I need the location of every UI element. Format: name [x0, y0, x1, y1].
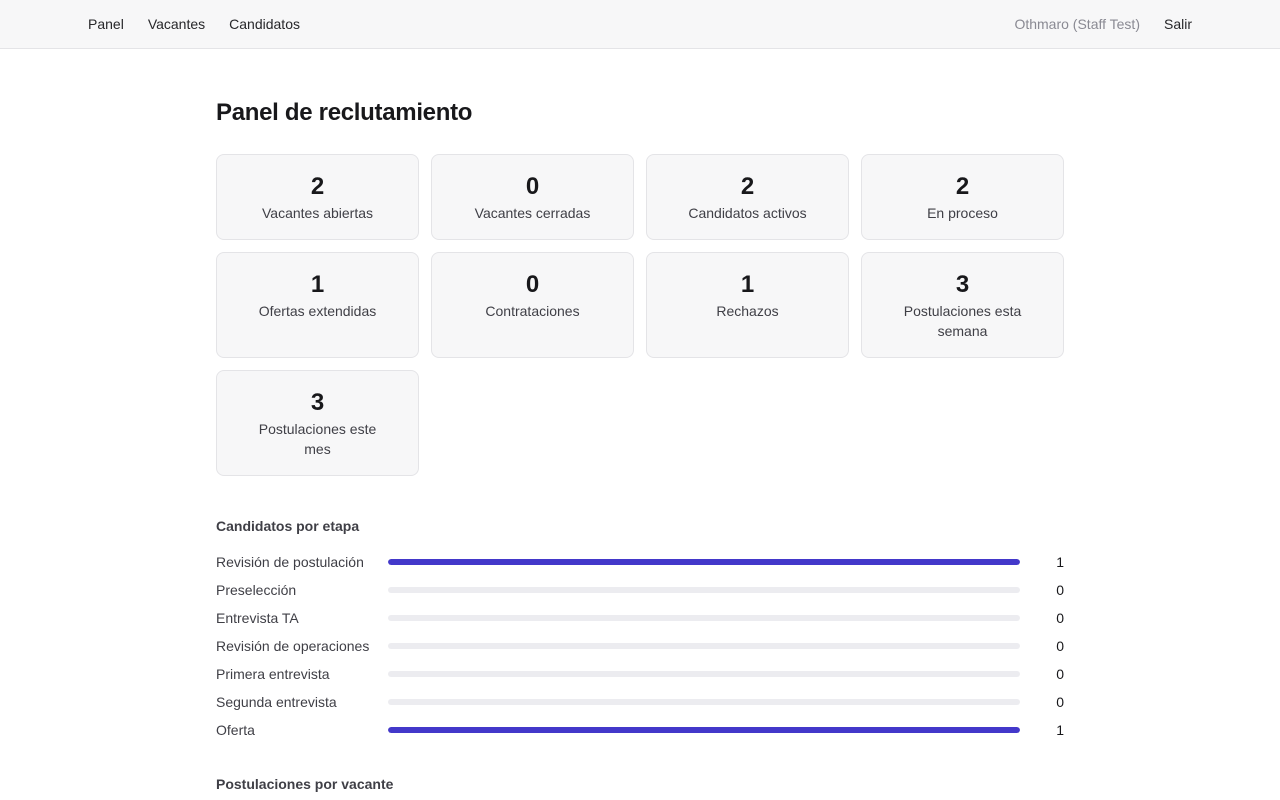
stats-grid: 2 Vacantes abiertas 0 Vacantes cerradas … [216, 154, 1064, 476]
stat-label: En proceso [927, 205, 998, 221]
stat-card-vacantes-cerradas: 0 Vacantes cerradas [431, 154, 634, 240]
stage-bar-track [388, 559, 1020, 565]
stat-value: 2 [740, 173, 755, 200]
stages-bar-list: Revisión de postulación 1 Preselección 0 Ent… [216, 548, 1064, 744]
stage-bar-row: Entrevista TA 0 [216, 604, 1064, 632]
stage-bar-count: 0 [1056, 694, 1064, 710]
stat-label: Ofertas extendidas [258, 303, 377, 319]
stage-bar-row: Primera entrevista 0 [216, 660, 1064, 688]
stage-bar-label: Segunda entrevista [216, 694, 337, 710]
stat-card-postulaciones-mes: 3 Postulaciones este mes [216, 370, 419, 476]
stat-card-ofertas-extendidas: 1 Ofertas extendidas [216, 252, 419, 358]
nav-link-vacantes[interactable]: Vacantes [148, 16, 205, 32]
stage-bar-row: Oferta 1 [216, 716, 1064, 744]
stat-label: Vacantes cerradas [474, 205, 591, 221]
stage-bar-row: Revisión de postulación 1 [216, 548, 1064, 576]
nav-link-panel[interactable]: Panel [88, 16, 124, 32]
stage-bar-label: Entrevista TA [216, 610, 299, 626]
stage-bar-fill [388, 727, 1020, 733]
stat-card-contrataciones: 0 Contrataciones [431, 252, 634, 358]
stage-bar-label: Oferta [216, 722, 255, 738]
stage-bar-track [388, 615, 1020, 621]
stage-bar-count: 0 [1056, 610, 1064, 626]
page-title: Panel de reclutamiento [216, 99, 473, 126]
stage-bar-track [388, 587, 1020, 593]
stat-card-vacantes-abiertas: 2 Vacantes abiertas [216, 154, 419, 240]
stage-bar-count: 1 [1056, 554, 1064, 570]
vacancies-section: Postulaciones por vacante Recruiter Bili… [216, 776, 1064, 800]
top-navigation: Panel Vacantes Candidatos Othmaro (Staff… [0, 0, 1280, 49]
stat-value: 3 [955, 271, 970, 298]
stage-bar-label: Revisión de operaciones [216, 638, 370, 654]
stage-bar-fill [388, 559, 1020, 565]
stat-value: 0 [525, 173, 540, 200]
stage-bar-label: Revisión de postulación [216, 554, 364, 570]
stat-value: 1 [740, 271, 755, 298]
stat-label: Postulaciones este mes [258, 421, 377, 457]
stage-bar-count: 0 [1056, 638, 1064, 654]
stage-bar-track [388, 671, 1020, 677]
stat-value: 2 [955, 173, 970, 200]
stage-bar-label: Primera entrevista [216, 666, 330, 682]
stat-card-postulaciones-semana: 3 Postulaciones esta semana [861, 252, 1064, 358]
nav-links: Panel Vacantes Candidatos [88, 16, 300, 32]
stat-card-en-proceso: 2 En proceso [861, 154, 1064, 240]
stage-bar-track [388, 643, 1020, 649]
nav-link-candidatos[interactable]: Candidatos [229, 16, 300, 32]
main-content: Panel de reclutamiento 2 Vacantes abiert… [216, 49, 1064, 800]
vacancies-section-title: Postulaciones por vacante [216, 776, 394, 792]
stat-value: 3 [310, 389, 325, 416]
stage-bar-row: Preselección 0 [216, 576, 1064, 604]
stages-section: Candidatos por etapa Revisión de postula… [216, 518, 1064, 744]
stage-bar-track [388, 727, 1020, 733]
stage-bar-label: Preselección [216, 582, 297, 598]
stage-bar-count: 0 [1056, 582, 1064, 598]
stage-bar-row: Revisión de operaciones 0 [216, 632, 1064, 660]
stat-label: Vacantes abiertas [261, 205, 374, 221]
stage-bar-track [388, 699, 1020, 705]
stage-bar-row: Segunda entrevista 0 [216, 688, 1064, 716]
stat-value: 2 [310, 173, 325, 200]
stat-value: 1 [310, 271, 325, 298]
current-user-name: Othmaro (Staff Test) [1014, 16, 1140, 32]
stat-label: Candidatos activos [688, 205, 807, 221]
stat-label: Contrataciones [485, 303, 580, 319]
stat-value: 0 [525, 271, 540, 298]
stat-card-candidatos-activos: 2 Candidatos activos [646, 154, 849, 240]
nav-user-area: Othmaro (Staff Test) Salir [1014, 16, 1192, 32]
stat-label: Postulaciones esta semana [903, 303, 1022, 339]
stage-bar-count: 1 [1056, 722, 1064, 738]
stat-label: Rechazos [716, 303, 779, 319]
stat-card-rechazos: 1 Rechazos [646, 252, 849, 358]
stage-bar-count: 0 [1056, 666, 1064, 682]
stages-section-title: Candidatos por etapa [216, 518, 360, 534]
logout-link[interactable]: Salir [1164, 16, 1192, 32]
